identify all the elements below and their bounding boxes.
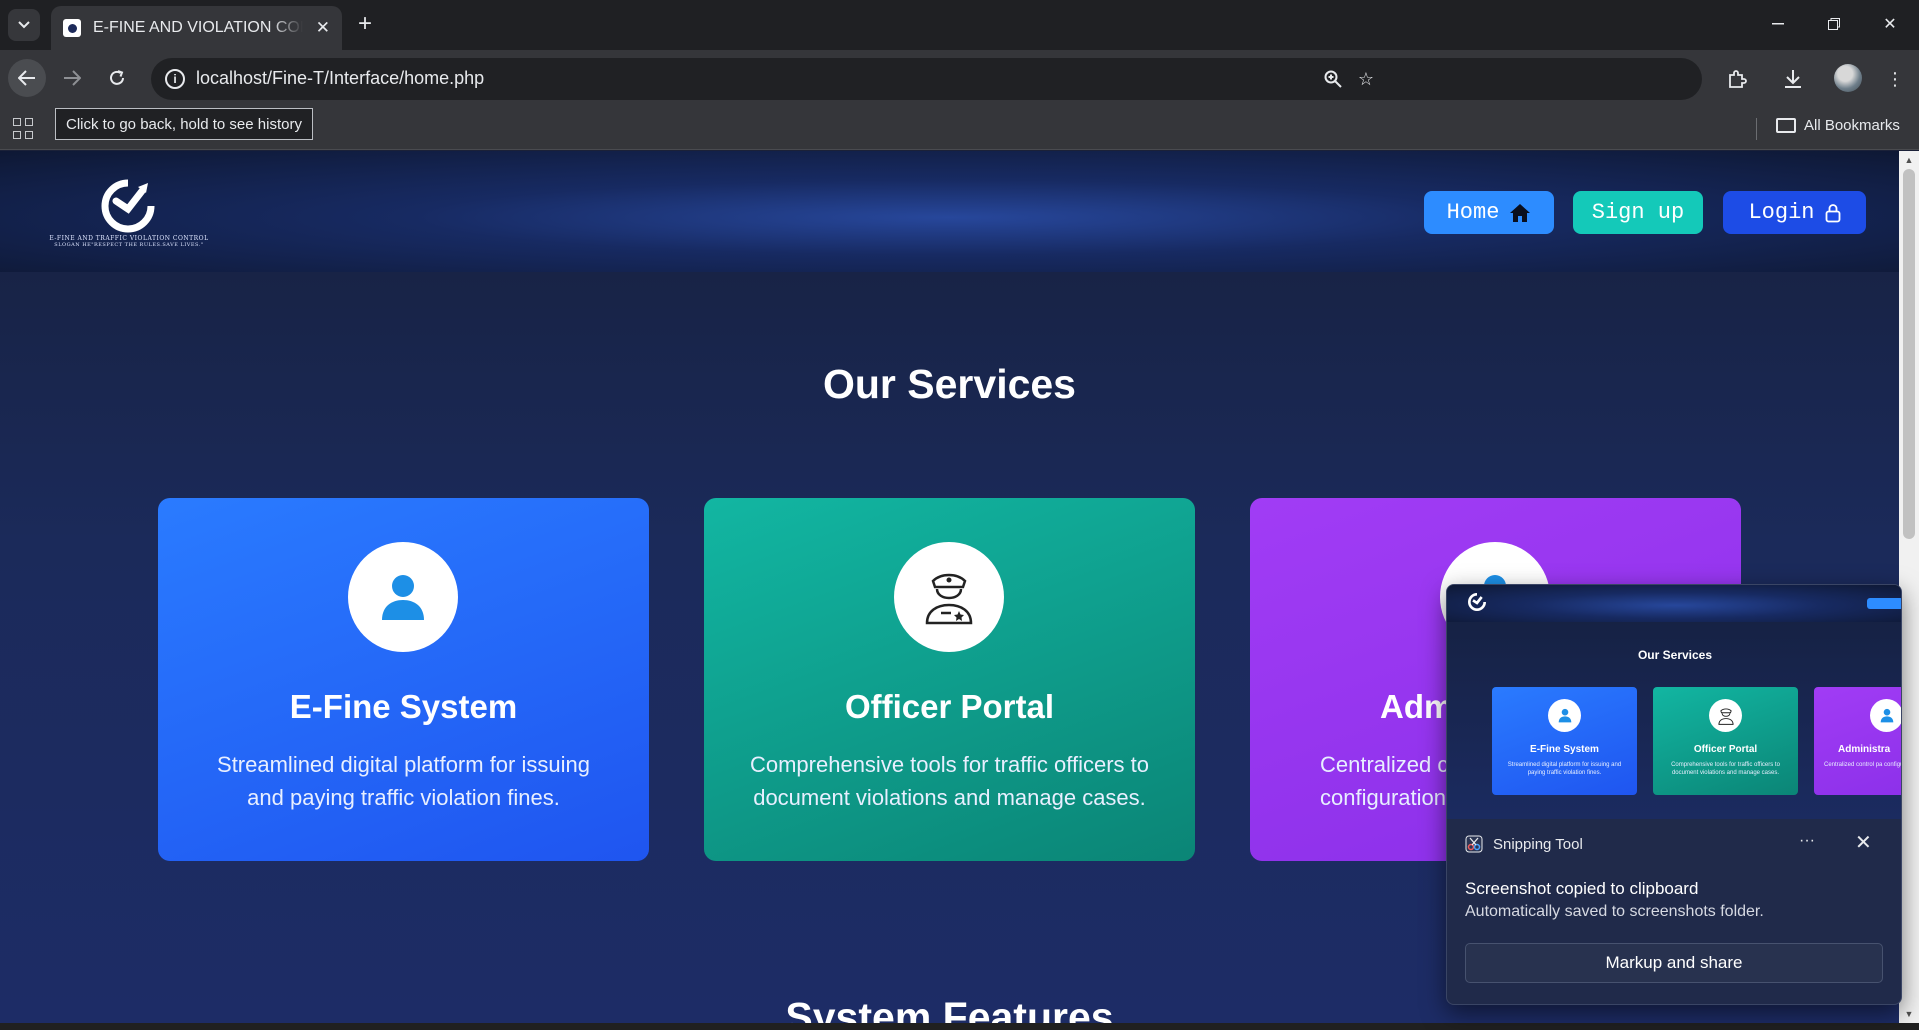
extensions-icon[interactable] [1722, 64, 1752, 94]
logo-mark-icon [101, 179, 155, 233]
service-card-title: E-Fine System [289, 688, 518, 725]
service-card-title: Adm [1380, 688, 1454, 725]
thumbnail-card: Administra Centralized control pa config… [1814, 687, 1901, 795]
scroll-down-arrow-icon[interactable]: ▼ [1904, 1009, 1914, 1019]
service-card-efine[interactable]: E-Fine System Streamlined digital platfo… [158, 498, 649, 861]
menu-kebab-icon[interactable]: ⋮ [1880, 64, 1910, 94]
service-card-officer[interactable]: Officer Portal Comprehensive tools for t… [704, 498, 1195, 861]
home-button-label: Home [1446, 200, 1500, 225]
download-icon[interactable] [1778, 64, 1808, 94]
home-icon [1510, 203, 1531, 222]
screenshot-thumbnail[interactable]: Our Services E-Fine System Streamlined d… [1447, 585, 1901, 819]
all-bookmarks-label: All Bookmarks [1804, 117, 1900, 134]
logo-text-slogan: SLOGAN HE"RESPECT THE RULES.SAVE LIVES." [54, 242, 204, 248]
user-icon [1548, 699, 1581, 732]
tab-favicon-icon [63, 19, 81, 37]
service-card-description: Comprehensive tools for traffic officers… [749, 752, 1150, 810]
logo-text-name: E-FINE AND TRAFFIC VIOLATION CONTROL [49, 235, 209, 242]
browser-tab-active[interactable]: E-FINE AND VIOLATION CONTROL ✕ [51, 6, 342, 50]
police-officer-icon [894, 542, 1004, 652]
folder-icon [1776, 118, 1796, 133]
minimize-icon[interactable] [1758, 8, 1798, 40]
bookmarks-separator [1756, 118, 1757, 140]
snipping-app-name: Snipping Tool [1493, 835, 1583, 853]
lock-icon [1825, 203, 1840, 222]
service-card-title: Officer Portal [844, 688, 1055, 725]
signup-button-label: Sign up [1591, 200, 1685, 225]
snipping-tool-icon [1465, 835, 1483, 853]
more-options-icon[interactable]: ··· [1799, 832, 1815, 850]
login-button[interactable]: Login [1723, 191, 1866, 234]
taskbar-edge [0, 1023, 1919, 1030]
restore-icon[interactable] [1814, 8, 1854, 40]
thumbnail-card: E-Fine System Streamlined digital platfo… [1492, 687, 1637, 795]
thumbnail-heading: Our Services [1637, 648, 1713, 662]
profile-avatar[interactable] [1834, 64, 1862, 92]
new-tab-button[interactable]: + [351, 10, 379, 38]
arrow-left-icon [18, 70, 35, 86]
thumbnail-card-description: Comprehensive tools for traffic officers… [1671, 762, 1780, 776]
thumbnail-logo-icon [1468, 593, 1486, 611]
chevron-down-icon [18, 21, 30, 29]
notification-message: Screenshot copied to clipboard [1465, 879, 1699, 898]
tab-search-button[interactable] [8, 9, 40, 41]
home-button[interactable]: Home [1424, 191, 1554, 234]
tab-title: E-FINE AND VIOLATION CONTROL [93, 19, 303, 36]
site-header: E-FINE AND TRAFFIC VIOLATION CONTROL SLO… [0, 151, 1899, 272]
markup-and-share-button[interactable]: Markup and share [1465, 943, 1883, 983]
admin-icon [1870, 699, 1901, 732]
bookmark-star-icon[interactable]: ☆ [1354, 67, 1378, 91]
service-card-description: Streamlined digital platform for issuing… [217, 752, 590, 810]
close-icon[interactable]: ✕ [1855, 830, 1872, 855]
thumbnail-header [1447, 585, 1901, 622]
window-close-icon[interactable]: ✕ [1870, 8, 1910, 40]
zoom-icon[interactable] [1321, 67, 1345, 91]
back-button[interactable] [8, 59, 46, 97]
all-bookmarks-button[interactable]: All Bookmarks [1776, 117, 1900, 134]
bookmarks-bar: Click to go back, hold to see history Al… [0, 108, 1919, 150]
snipping-tool-notification[interactable]: Our Services E-Fine System Streamlined d… [1446, 584, 1902, 1005]
thumbnail-card-description: Centralized control pa configuration and… [1824, 762, 1901, 768]
user-icon [348, 542, 458, 652]
scroll-thumb[interactable] [1903, 169, 1915, 539]
url-text[interactable]: localhost/Fine-T/Interface/home.php [196, 68, 484, 89]
site-logo[interactable]: E-FINE AND TRAFFIC VIOLATION CONTROL SLO… [36, 179, 222, 249]
notification-submessage: Automatically saved to screenshots folde… [1465, 903, 1764, 920]
site-info-icon[interactable]: i [165, 69, 185, 89]
page-scrollbar[interactable]: ▲ ▼ [1899, 151, 1919, 1023]
thumbnail-home-button [1867, 598, 1901, 609]
thumbnail-card-title: Officer Portal [1693, 744, 1758, 755]
arrow-right-icon [64, 70, 81, 86]
tab-close-icon[interactable]: ✕ [316, 18, 330, 38]
browser-toolbar: i localhost/Fine-T/Interface/home.php ☆ … [0, 50, 1919, 108]
tab-strip: E-FINE AND VIOLATION CONTROL ✕ + ✕ [0, 0, 1919, 50]
snipping-app-header: Snipping Tool [1465, 835, 1583, 853]
forward-button[interactable] [53, 59, 91, 97]
thumbnail-card-description: Streamlined digital platform for issuing… [1507, 762, 1622, 776]
thumbnail-card: Officer Portal Comprehensive tools for t… [1653, 687, 1798, 795]
signup-button[interactable]: Sign up [1573, 191, 1703, 234]
scroll-up-arrow-icon[interactable]: ▲ [1904, 155, 1914, 165]
thumbnail-card-title: Administra [1838, 744, 1891, 755]
login-button-label: Login [1748, 200, 1815, 225]
address-bar[interactable]: i localhost/Fine-T/Interface/home.php ☆ [151, 58, 1702, 100]
reload-button[interactable] [98, 59, 136, 97]
apps-grid-icon[interactable] [13, 118, 35, 140]
services-heading: Our Services [823, 361, 1076, 407]
thumbnail-card-title: E-Fine System [1530, 744, 1599, 755]
reload-icon [110, 70, 124, 85]
back-tooltip: Click to go back, hold to see history [55, 108, 313, 140]
police-officer-icon [1709, 699, 1742, 732]
